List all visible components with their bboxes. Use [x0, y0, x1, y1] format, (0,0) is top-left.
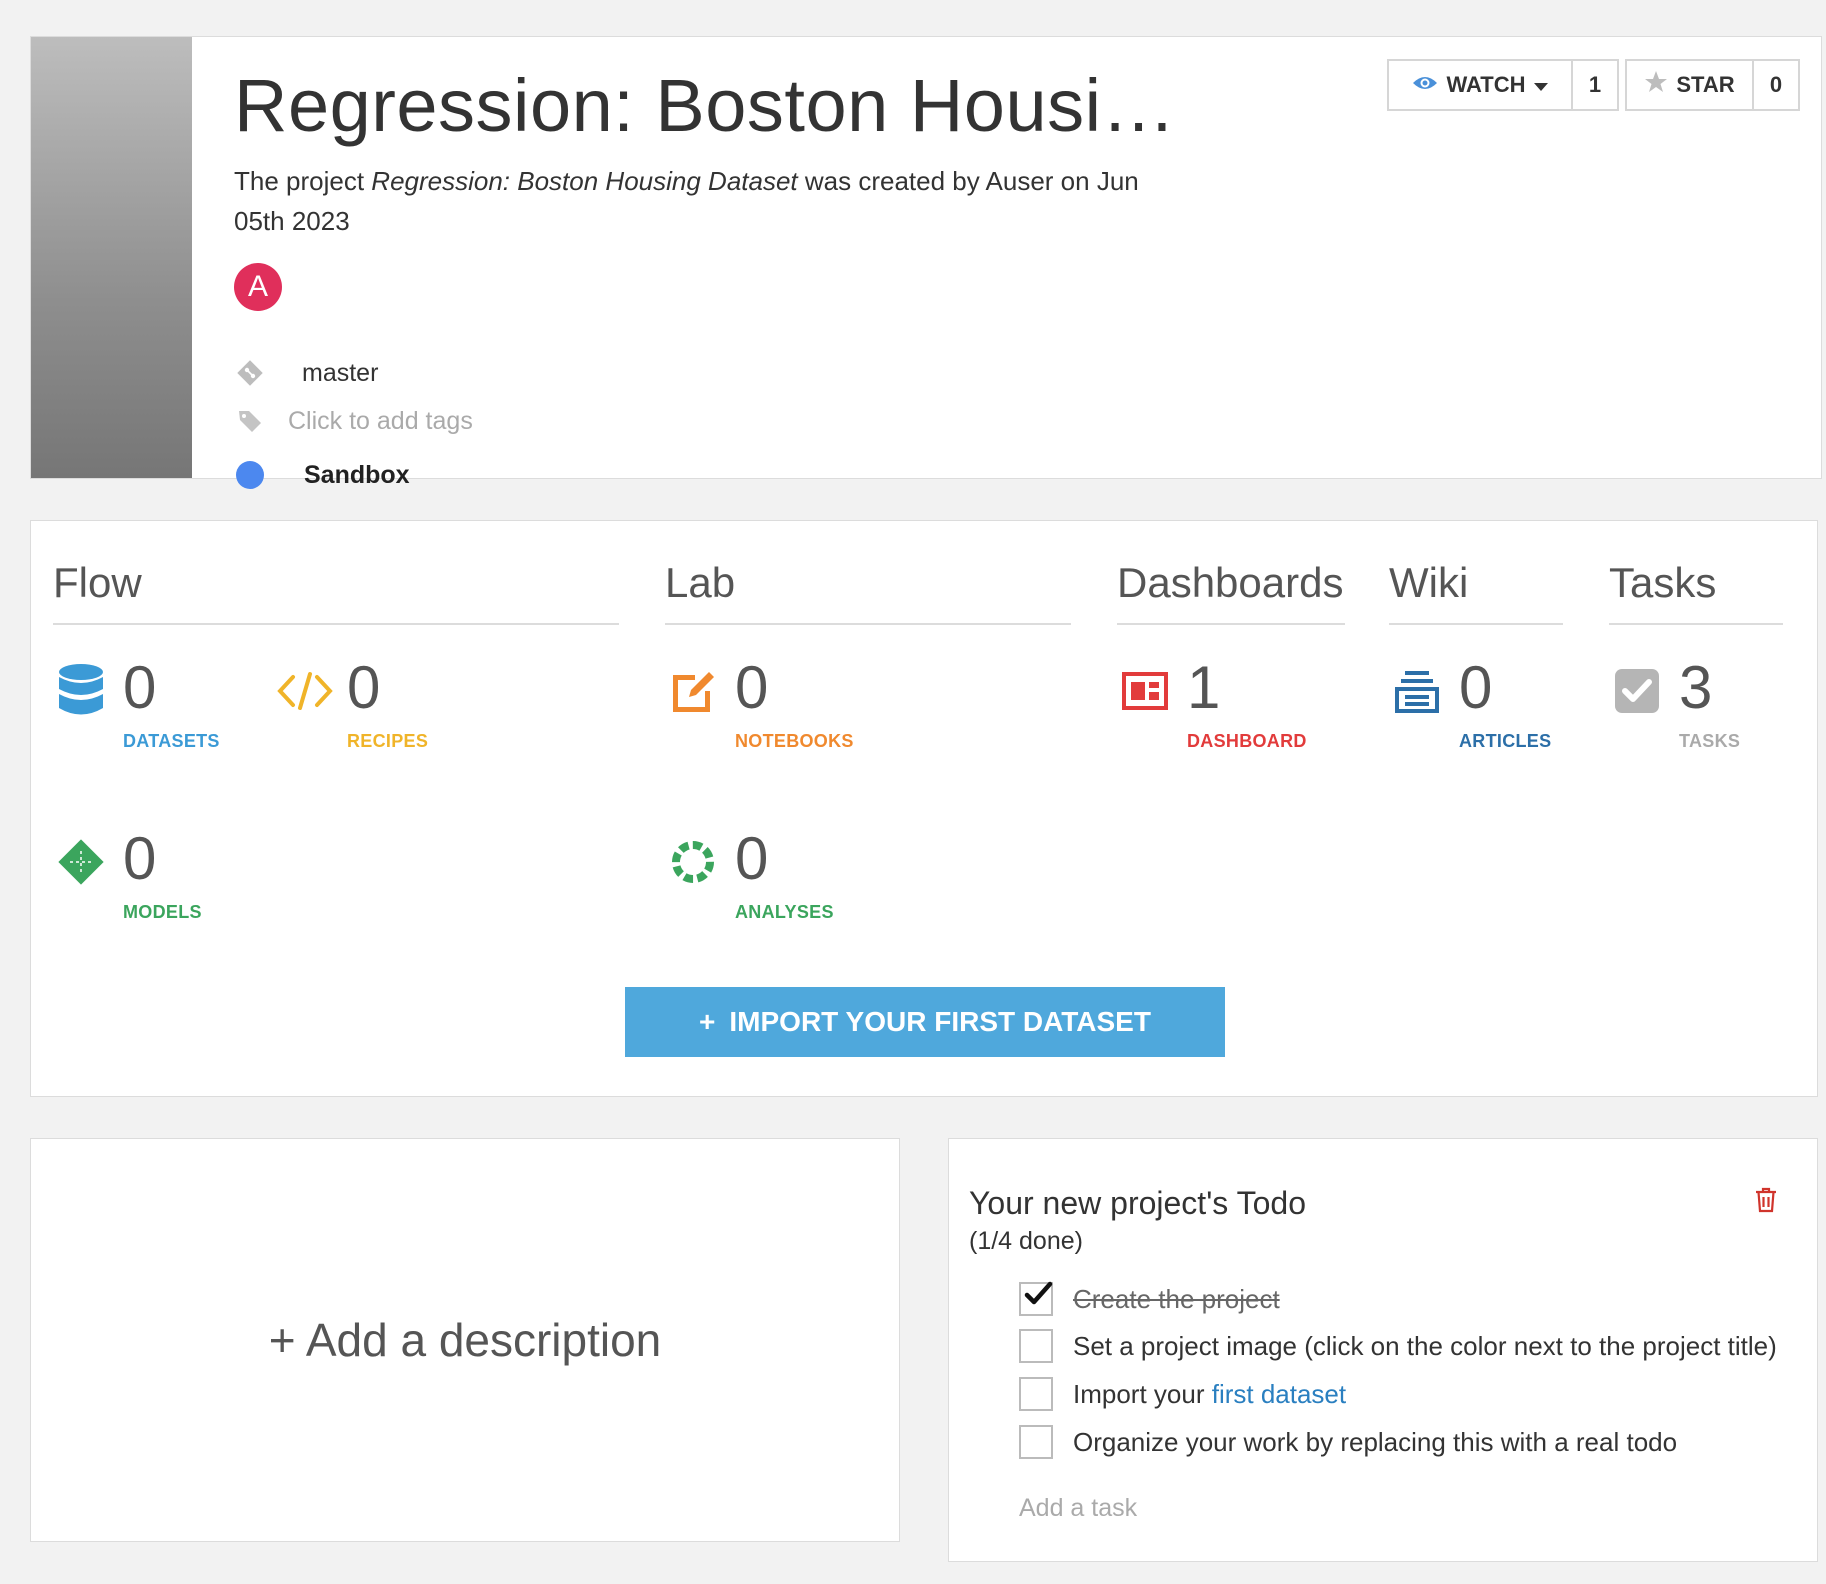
project-image[interactable]: [31, 37, 192, 478]
star-count[interactable]: 0: [1752, 61, 1798, 109]
divider: [1389, 623, 1563, 625]
watch-label: WATCH: [1446, 72, 1526, 97]
todo-item-text: Organize your work by replacing this wit…: [1073, 1426, 1678, 1457]
description-panel: + Add a description: [30, 1138, 900, 1542]
todo-item[interactable]: Organize your work by replacing this wit…: [1019, 1425, 1677, 1459]
watch-button-group: WATCH 1: [1387, 59, 1619, 111]
todo-checkbox[interactable]: [1019, 1377, 1053, 1411]
articles-label: ARTICLES: [1459, 731, 1552, 751]
status-row[interactable]: Sandbox: [234, 459, 410, 491]
notebook-icon: [665, 663, 721, 719]
dashboard-icon: [1117, 663, 1173, 719]
divider: [1117, 623, 1345, 625]
recipes-count: 0: [347, 654, 381, 721]
git-branch-icon: [234, 357, 266, 389]
todo-item-text: Import your first dataset: [1073, 1379, 1346, 1410]
tasks-icon: [1609, 663, 1665, 719]
section-title-tasks[interactable]: Tasks: [1609, 559, 1716, 607]
import-dataset-button[interactable]: + IMPORT YOUR FIRST DATASET: [625, 987, 1225, 1057]
code-icon: [277, 663, 333, 719]
divider: [53, 623, 619, 625]
todo-item[interactable]: Import your first dataset: [1019, 1377, 1346, 1411]
todo-checkbox-checked[interactable]: [1019, 1281, 1053, 1316]
star-icon: [1644, 70, 1668, 100]
section-title-flow[interactable]: Flow: [53, 559, 142, 607]
watch-count[interactable]: 1: [1571, 61, 1617, 109]
status-dot: [236, 461, 264, 489]
desc-prefix: The project: [234, 166, 372, 196]
branch-row[interactable]: master: [234, 357, 378, 389]
project-header: Regression: Boston Housi… The project Re…: [30, 36, 1822, 489]
watch-button[interactable]: WATCH: [1389, 61, 1571, 109]
desc-project-name: Regression: Boston Housing Dataset: [371, 166, 798, 196]
first-dataset-link[interactable]: first dataset: [1212, 1379, 1346, 1409]
divider: [1609, 623, 1783, 625]
articles-icon: [1389, 663, 1445, 719]
analysis-icon: [665, 834, 721, 890]
import-dataset-label: IMPORT YOUR FIRST DATASET: [729, 1006, 1151, 1037]
branch-name: master: [302, 358, 379, 387]
todo-item-prefix: Import your: [1073, 1378, 1212, 1409]
project-summary: Flow Lab Dashboards Wiki Tasks 0 DATASET…: [30, 520, 1818, 1097]
project-description: The project Regression: Boston Housing D…: [234, 161, 1164, 241]
notebooks-count: 0: [735, 654, 769, 721]
articles-count: 0: [1459, 654, 1493, 721]
add-task-input[interactable]: Add a task: [1019, 1494, 1137, 1523]
check-icon: [1024, 1281, 1053, 1305]
todo-panel: Your new project's Todo (1/4 done) Creat…: [948, 1138, 1818, 1562]
eye-icon: [1412, 72, 1438, 98]
star-label: STAR: [1676, 72, 1735, 97]
models-label: MODELS: [123, 902, 202, 922]
tags-row[interactable]: Click to add tags: [234, 405, 473, 437]
trash-icon[interactable]: [1755, 1187, 1781, 1213]
add-description-button[interactable]: + Add a description: [31, 1313, 899, 1367]
project-title[interactable]: Regression: Boston Housi…: [234, 63, 1176, 148]
divider: [665, 623, 1071, 625]
status-label: Sandbox: [304, 460, 410, 489]
dashboard-count: 1: [1187, 654, 1221, 721]
model-icon: [53, 834, 109, 890]
section-title-dashboards[interactable]: Dashboards: [1117, 559, 1343, 607]
tags-placeholder: Click to add tags: [288, 406, 473, 435]
star-button-group: STAR 0: [1625, 59, 1800, 111]
dashboard-label: DASHBOARD: [1187, 731, 1307, 751]
tasks-label: TASKS: [1679, 731, 1741, 751]
database-icon: [53, 663, 109, 719]
notebooks-label: NOTEBOOKS: [735, 731, 854, 751]
avatar[interactable]: A: [234, 263, 282, 311]
tag-icon: [234, 405, 266, 437]
datasets-label: DATASETS: [123, 731, 220, 751]
caret-down-icon: [1533, 72, 1548, 98]
todo-item-text: Create the project: [1073, 1283, 1280, 1314]
recipes-label: RECIPES: [347, 731, 429, 751]
todo-checkbox[interactable]: [1019, 1329, 1053, 1363]
todo-progress: (1/4 done): [969, 1227, 1083, 1255]
section-title-lab[interactable]: Lab: [665, 559, 735, 607]
todo-item-text: Set a project image (click on the color …: [1073, 1330, 1777, 1361]
todo-title: Your new project's Todo: [969, 1185, 1306, 1221]
star-button[interactable]: STAR: [1627, 61, 1752, 109]
section-title-wiki[interactable]: Wiki: [1389, 559, 1468, 607]
todo-item[interactable]: Set a project image (click on the color …: [1019, 1329, 1777, 1363]
todo-item[interactable]: Create the project: [1019, 1281, 1280, 1316]
models-count: 0: [123, 825, 157, 892]
datasets-count: 0: [123, 654, 157, 721]
tasks-count: 3: [1679, 654, 1713, 721]
analyses-label: ANALYSES: [735, 902, 834, 922]
plus-icon: +: [699, 1006, 716, 1037]
analyses-count: 0: [735, 825, 769, 892]
todo-checkbox[interactable]: [1019, 1425, 1053, 1459]
